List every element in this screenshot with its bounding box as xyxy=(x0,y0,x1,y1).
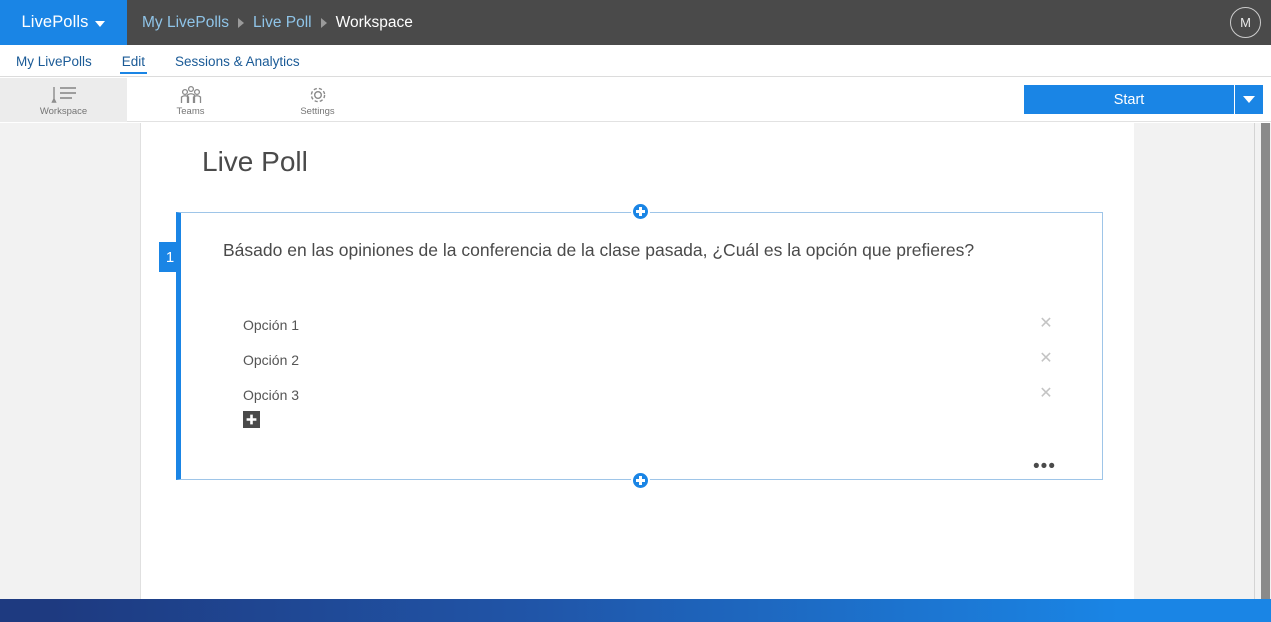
breadcrumb: My LivePolls Live Poll Workspace xyxy=(142,14,413,32)
close-x-icon[interactable]: ✕ xyxy=(1038,386,1054,402)
brand-label: LivePolls xyxy=(22,13,89,32)
vertical-scrollbar[interactable] xyxy=(1254,123,1271,599)
breadcrumb-item-workspace: Workspace xyxy=(336,14,413,32)
add-question-above-button[interactable] xyxy=(631,202,650,221)
breadcrumb-separator-icon xyxy=(321,18,327,28)
page-title: Live Poll xyxy=(202,146,308,178)
top-bar: LivePolls My LivePolls Live Poll Workspa… xyxy=(0,0,1271,45)
brand-menu-button[interactable]: LivePolls xyxy=(0,0,127,45)
option-row[interactable]: Opción 2 ✕ xyxy=(181,342,1102,377)
close-x-icon[interactable]: ✕ xyxy=(1038,316,1054,332)
toolbar-item-teams[interactable]: Teams xyxy=(127,78,254,122)
toolbar-item-label: Teams xyxy=(177,106,205,117)
add-question-below-button[interactable] xyxy=(631,471,650,490)
toolbar-item-label: Workspace xyxy=(40,106,87,117)
option-row[interactable]: Opción 3 ✕ xyxy=(181,377,1102,412)
teams-people-icon xyxy=(176,84,206,105)
option-label[interactable]: Opción 1 xyxy=(243,317,299,333)
question-number-badge: 1 xyxy=(159,242,181,272)
settings-gear-icon xyxy=(303,84,333,105)
tab-label: Sessions & Analytics xyxy=(175,54,300,69)
tab-my-livepolls[interactable]: My LivePolls xyxy=(14,48,94,74)
footer-gradient-bar xyxy=(0,599,1271,622)
left-rail xyxy=(0,123,141,599)
toolbar-item-label: Settings xyxy=(300,106,334,117)
chevron-down-icon xyxy=(95,21,105,27)
right-gutter xyxy=(1134,123,1271,599)
add-option-button[interactable] xyxy=(243,411,260,428)
tab-label: My LivePolls xyxy=(16,54,92,69)
start-button[interactable]: Start xyxy=(1024,85,1234,114)
plus-square-icon xyxy=(246,414,257,425)
tab-sessions-and-analytics[interactable]: Sessions & Analytics xyxy=(173,48,302,74)
secondary-nav: My LivePolls Edit Sessions & Analytics xyxy=(0,45,1271,77)
breadcrumb-item-my-livepolls[interactable]: My LivePolls xyxy=(142,14,229,32)
start-dropdown-button[interactable] xyxy=(1234,85,1263,114)
option-label[interactable]: Opción 2 xyxy=(243,352,299,368)
question-text[interactable]: Básado en las opiniones de la conferenci… xyxy=(223,238,1013,262)
workspace-pen-list-icon xyxy=(49,84,79,105)
toolbar: Workspace Teams xyxy=(0,78,1271,122)
breadcrumb-item-live-poll[interactable]: Live Poll xyxy=(253,14,312,32)
option-list: Opción 1 ✕ Opción 2 ✕ Opción 3 ✕ xyxy=(181,307,1102,412)
scrollbar-thumb[interactable] xyxy=(1261,123,1270,599)
plus-circle-icon xyxy=(636,207,645,216)
close-x-icon[interactable]: ✕ xyxy=(1038,351,1054,367)
plus-circle-icon xyxy=(636,476,645,485)
option-row[interactable]: Opción 1 ✕ xyxy=(181,307,1102,342)
question-card-wrapper: 1 Básado en las opiniones de la conferen… xyxy=(176,212,1103,480)
chevron-down-icon xyxy=(1243,96,1255,103)
app-root: LivePolls My LivePolls Live Poll Workspa… xyxy=(0,0,1271,622)
content-panel: Live Poll 1 Básado en las opiniones de l… xyxy=(141,123,1134,599)
tab-label: Edit xyxy=(122,54,145,69)
toolbar-item-settings[interactable]: Settings xyxy=(254,78,381,122)
toolbar-item-workspace[interactable]: Workspace xyxy=(0,78,127,122)
avatar-initial: M xyxy=(1240,15,1251,30)
start-button-group: Start xyxy=(1024,85,1263,114)
tab-edit[interactable]: Edit xyxy=(120,48,147,74)
question-more-menu-button[interactable]: ••• xyxy=(1033,461,1056,473)
question-card[interactable]: 1 Básado en las opiniones de la conferen… xyxy=(176,212,1103,480)
body-area: Live Poll 1 Básado en las opiniones de l… xyxy=(0,123,1271,599)
breadcrumb-separator-icon xyxy=(238,18,244,28)
avatar[interactable]: M xyxy=(1230,7,1261,38)
option-label[interactable]: Opción 3 xyxy=(243,387,299,403)
